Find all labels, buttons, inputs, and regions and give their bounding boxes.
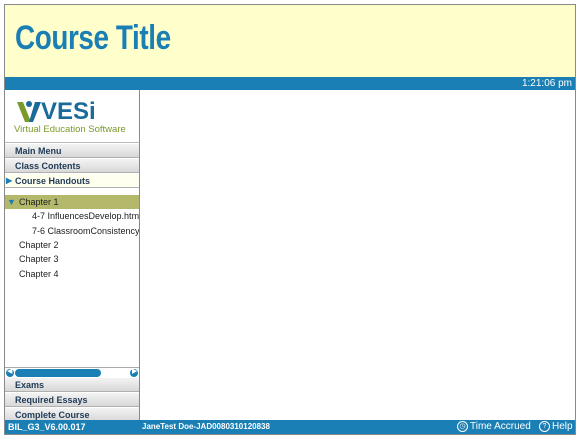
required-essays-button[interactable]: Required Essays xyxy=(5,393,139,407)
exams-button[interactable]: Exams xyxy=(5,378,139,392)
tree-file-item[interactable]: 7-6 ClassroomConsistency xyxy=(5,224,139,238)
tree-item-chapter-1[interactable]: ▼ Chapter 1 xyxy=(5,195,139,209)
course-header: Course Title xyxy=(5,5,575,77)
course-title: Course Title xyxy=(15,19,171,57)
vesi-logo: VESi Virtual Education Software xyxy=(5,90,139,143)
user-id-label: JaneTest Doe-JAD0080310120838 xyxy=(142,422,270,431)
time-accrued-link[interactable]: ◷ Time Accrued xyxy=(457,420,531,434)
chapter-label: Chapter 1 xyxy=(19,197,59,207)
clock: 1:21:06 pm xyxy=(521,78,572,89)
course-handouts-label: Course Handouts xyxy=(15,176,91,186)
tree-file-item[interactable]: 4-7 InfluencesDevelop.htm xyxy=(5,209,139,223)
logo-wordmark: VESi xyxy=(41,98,96,125)
chevron-left-icon: ◀ xyxy=(7,368,13,375)
course-handouts-button[interactable]: ▶ Course Handouts xyxy=(5,174,139,188)
main-menu-button[interactable]: Main Menu xyxy=(5,144,139,158)
tree-item-chapter-4[interactable]: Chapter 4 xyxy=(5,267,139,281)
time-bar: 1:21:06 pm xyxy=(5,77,575,90)
version-label: BIL_G3_V6.00.017 xyxy=(8,422,86,432)
scroll-thumb[interactable] xyxy=(15,369,101,377)
time-accrued-label: Time Accrued xyxy=(470,421,531,432)
expand-triangle-icon: ▼ xyxy=(7,197,16,207)
clock-icon: ◷ xyxy=(457,420,468,432)
class-contents-button[interactable]: Class Contents xyxy=(5,159,139,173)
status-footer: BIL_G3_V6.00.017 JaneTest Doe-JAD0080310… xyxy=(5,420,575,434)
scroll-left-button[interactable]: ◀ xyxy=(6,368,14,377)
help-link[interactable]: ? Help xyxy=(539,420,573,434)
logo-tagline: Virtual Education Software xyxy=(14,124,126,135)
play-arrow-icon: ▶ xyxy=(6,176,13,185)
app-frame: Course Title 1:21:06 pm VESi Virtual Edu… xyxy=(4,4,576,435)
help-icon: ? xyxy=(539,420,550,432)
chevron-right-icon: ▶ xyxy=(132,368,138,375)
vesi-mark-icon xyxy=(17,101,41,122)
content-pane xyxy=(140,90,575,420)
sidebar: VESi Virtual Education Software Main Men… xyxy=(5,90,140,422)
help-label: Help xyxy=(552,421,573,432)
scroll-right-button[interactable]: ▶ xyxy=(130,368,138,377)
tree-item-chapter-2[interactable]: Chapter 2 xyxy=(5,238,139,252)
tree-item-chapter-3[interactable]: Chapter 3 xyxy=(5,252,139,266)
